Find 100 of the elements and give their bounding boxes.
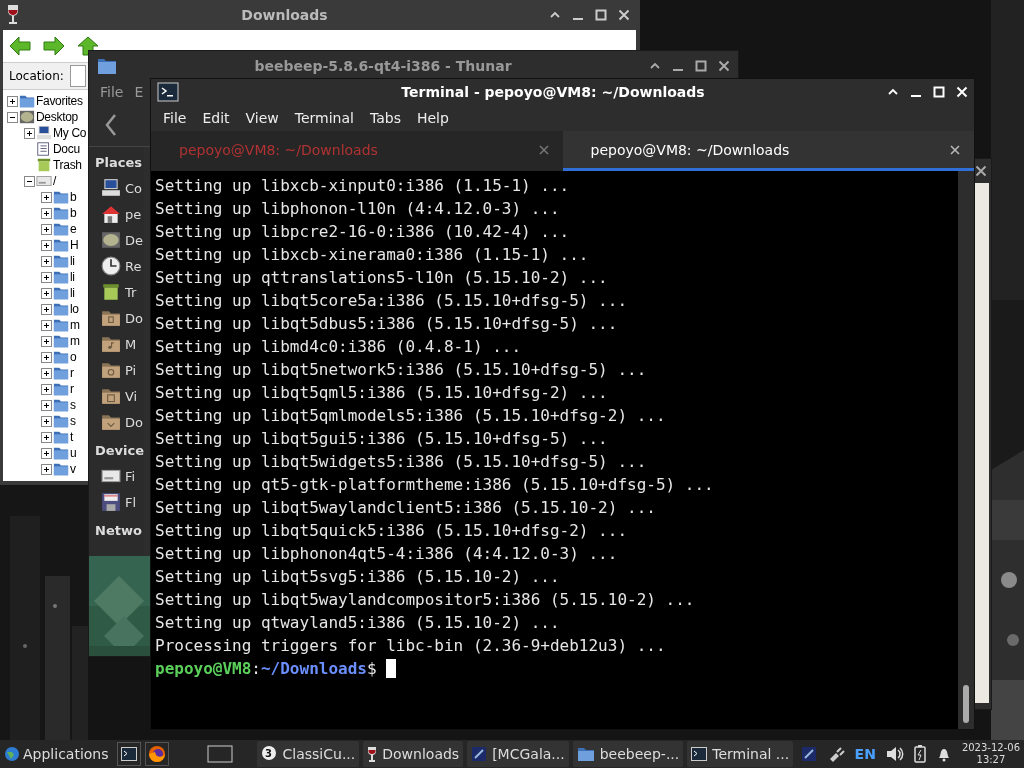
tree-item[interactable]: li	[70, 286, 75, 300]
expander-icon[interactable]	[41, 447, 52, 459]
sidebar-item[interactable]: pe	[125, 206, 142, 222]
sidebar-item[interactable]: Fl	[125, 494, 137, 510]
expander-icon[interactable]	[41, 271, 52, 283]
expander-icon[interactable]	[7, 111, 18, 123]
up-arrow-icon[interactable]	[77, 36, 99, 56]
tab[interactable]: pepoyo@VM8: ~/Downloads	[562, 131, 974, 171]
menu-item[interactable]: Help	[408, 110, 457, 126]
tree-item[interactable]: Desktop	[36, 110, 78, 124]
menu-item[interactable]: Terminal	[286, 110, 362, 126]
sidebar-item[interactable]: Fi	[125, 468, 136, 484]
expander-icon[interactable]	[41, 303, 52, 315]
expander-icon[interactable]	[41, 191, 52, 203]
tree-item[interactable]: r	[70, 382, 74, 396]
terminal-icon	[157, 82, 179, 102]
expander-icon[interactable]	[7, 95, 18, 107]
tree-item[interactable]: Docu	[53, 142, 80, 156]
tree-item[interactable]: My Co	[53, 126, 87, 140]
launcher-button[interactable]	[116, 742, 141, 766]
tree-item[interactable]: /	[53, 174, 57, 188]
tree-item[interactable]: m	[70, 318, 80, 332]
tree-item[interactable]: b	[70, 206, 77, 220]
expander-icon[interactable]	[41, 335, 52, 347]
expander-icon[interactable]	[41, 431, 52, 443]
tree-item[interactable]: v	[70, 462, 76, 476]
sidebar-item[interactable]: Tr	[125, 284, 137, 300]
taskbar-button[interactable]: beebeep-...	[572, 741, 684, 767]
sidebar-item[interactable]: M	[125, 336, 137, 352]
close-icon[interactable]	[618, 9, 630, 21]
location-field[interactable]	[69, 65, 86, 87]
sidebar-item[interactable]: Do	[125, 310, 143, 326]
expander-icon[interactable]	[41, 463, 52, 475]
expander-icon[interactable]	[41, 367, 52, 379]
tree-item[interactable]: Favorites	[36, 94, 83, 108]
expander-icon[interactable]	[41, 223, 52, 235]
tree-item[interactable]: lo	[70, 302, 79, 316]
tree-item[interactable]: s	[70, 414, 76, 428]
app-icon[interactable]	[800, 746, 817, 762]
expander-icon[interactable]	[41, 351, 52, 363]
expander-icon[interactable]	[41, 239, 52, 251]
menu-item[interactable]: E	[134, 84, 144, 100]
output-line: Setting up libmd4c0:i386 (0.4.8-1) ...	[155, 336, 523, 358]
section-heading: Netwo	[95, 521, 142, 540]
sidebar-item[interactable]: Co	[125, 180, 143, 196]
tree-item[interactable]: H	[70, 238, 79, 252]
keyboard-layout[interactable]: EN	[854, 746, 876, 762]
tree-item[interactable]: b	[70, 190, 77, 204]
expander-icon[interactable]	[41, 383, 52, 395]
folder-icon	[576, 746, 595, 762]
expander-icon[interactable]	[41, 255, 52, 267]
expander-icon[interactable]	[41, 207, 52, 219]
sidebar-item[interactable]: Vi	[125, 388, 138, 404]
menu-item[interactable]: Tabs	[361, 110, 409, 126]
tree-item[interactable]: Trash	[53, 158, 82, 172]
sidebar-item[interactable]: Do	[125, 414, 143, 430]
menu-item[interactable]: File	[100, 84, 124, 100]
expander-icon[interactable]	[24, 127, 35, 139]
tree-item[interactable]: r	[70, 366, 74, 380]
tree-item[interactable]: li	[70, 270, 75, 284]
back-arrow-icon[interactable]	[9, 36, 31, 56]
expander-icon[interactable]	[41, 415, 52, 427]
forward-arrow-icon[interactable]	[43, 36, 65, 56]
tree-item[interactable]: t	[70, 430, 74, 444]
sidebar-item[interactable]: De	[125, 232, 143, 248]
tree-item[interactable]: o	[70, 350, 77, 364]
window-title: Downloads	[240, 7, 329, 23]
tree-item[interactable]: li	[70, 254, 75, 268]
taskbar-button[interactable]: [MCGala...	[467, 741, 569, 767]
launcher-button[interactable]	[144, 742, 169, 766]
output-line: Setting up libqt5qml5:i386 (5.15.10+dfsg-2) ...	[155, 382, 609, 404]
taskbar-button[interactable]: Terminal ...	[687, 741, 794, 767]
tree-item[interactable]: u	[70, 446, 77, 460]
show-desktop-icon[interactable]	[206, 745, 233, 763]
volume-icon[interactable]	[885, 746, 904, 762]
expander-icon[interactable]	[41, 287, 52, 299]
folder-icon	[53, 269, 69, 285]
count-badge: 3	[261, 746, 276, 760]
expander-icon[interactable]	[41, 399, 52, 411]
scrollbar-thumb[interactable]	[963, 685, 969, 723]
close-icon[interactable]	[975, 165, 987, 177]
location-label: Location:	[9, 69, 64, 83]
maximize-icon[interactable]	[695, 60, 707, 72]
expander-icon[interactable]	[41, 319, 52, 331]
close-icon[interactable]	[718, 60, 730, 72]
applications-menu[interactable]: Applications	[0, 741, 113, 767]
taskbar-button[interactable]: Downloads	[363, 741, 464, 767]
close-icon[interactable]	[950, 144, 960, 155]
sidebar-item[interactable]: Re	[125, 258, 142, 274]
taskbar-button[interactable]: 3 ClassiCu...	[256, 741, 360, 767]
maximize-icon[interactable]	[595, 9, 607, 21]
menu-item[interactable]: File	[155, 110, 195, 126]
menu-item[interactable]: View	[237, 110, 287, 126]
sidebar-item[interactable]: Pi	[125, 362, 137, 378]
tree-item[interactable]: s	[70, 398, 76, 412]
tree-item[interactable]: e	[70, 222, 77, 236]
menu-item[interactable]: Edit	[194, 110, 238, 126]
tree-item[interactable]: m	[70, 334, 80, 348]
battery-icon[interactable]	[913, 745, 926, 763]
expander-icon[interactable]	[24, 175, 35, 187]
